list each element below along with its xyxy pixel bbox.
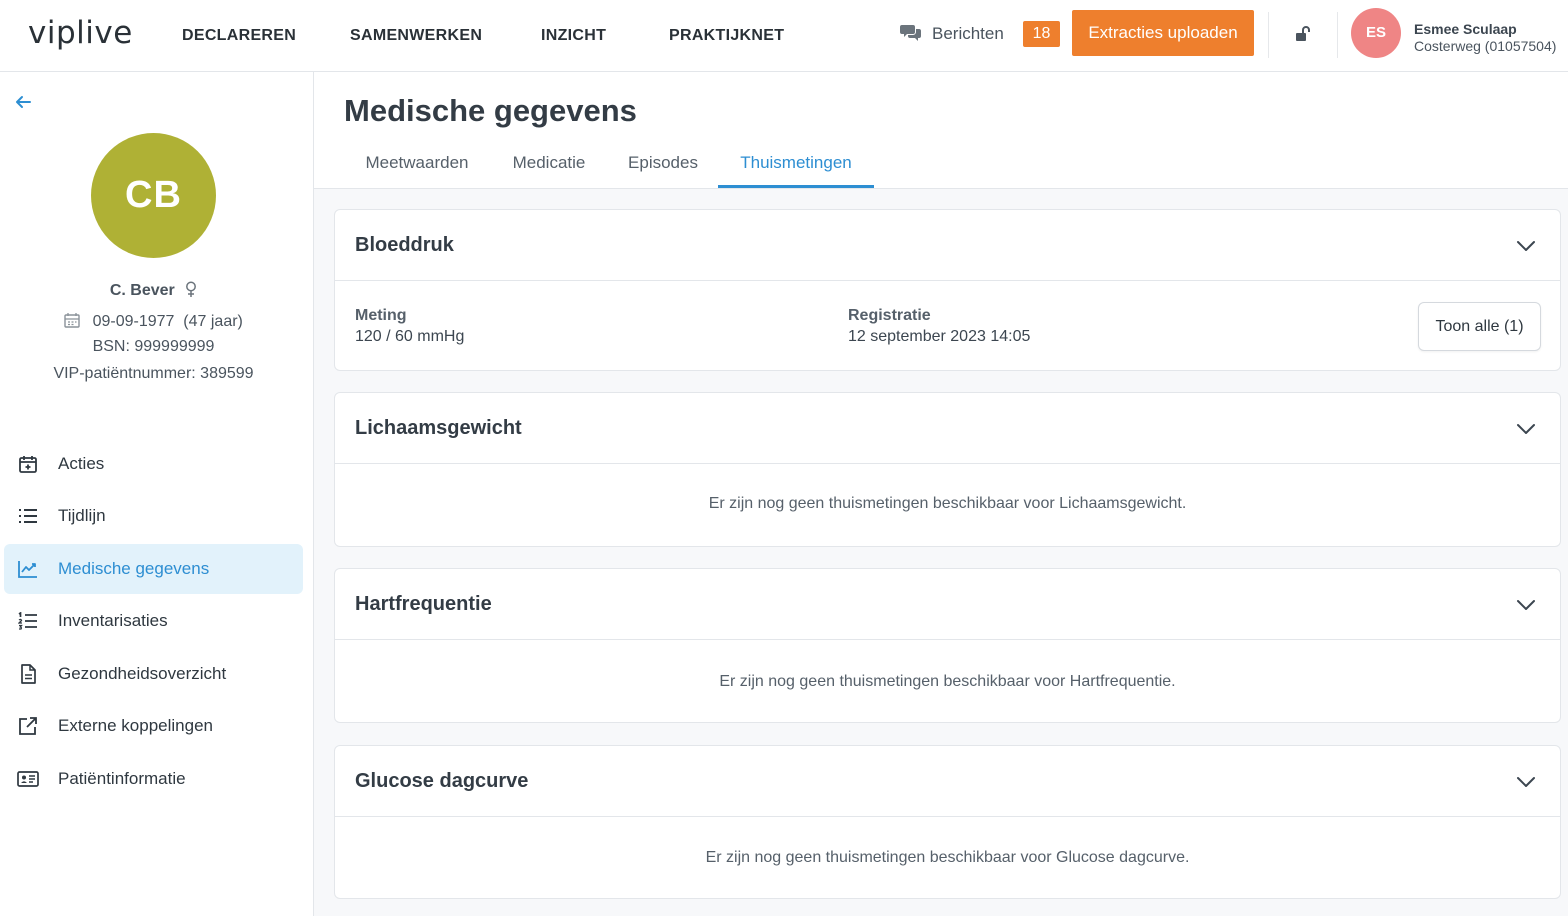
- card-title: Lichaamsgewicht: [355, 417, 522, 439]
- chevron-down-icon[interactable]: [1516, 772, 1536, 792]
- nav-praktijknet[interactable]: PRAKTIJKNET: [669, 0, 784, 72]
- sidebar-item-acties[interactable]: Acties: [4, 439, 303, 489]
- sidebar-item-gezondheidsoverzicht[interactable]: Gezondheidsoverzicht: [4, 649, 303, 699]
- chevron-down-icon[interactable]: [1516, 595, 1536, 615]
- card-hartfrequentie: Hartfrequentie Er zijn nog geen thuismet…: [334, 568, 1561, 723]
- card-title: Hartfrequentie: [355, 593, 492, 615]
- measurement-value: 120 / 60 mmHg: [355, 328, 465, 345]
- tabs-divider: [314, 188, 1568, 189]
- tab-episodes[interactable]: Episodes: [608, 141, 718, 188]
- unlock-icon[interactable]: [1293, 24, 1313, 44]
- user-name: Esmee Sculaap: [1414, 21, 1517, 37]
- list-icon: [15, 503, 41, 529]
- nav-declareren[interactable]: DECLAREREN: [182, 0, 296, 72]
- user-avatar[interactable]: ES: [1351, 8, 1401, 58]
- measurement-label: Meting: [355, 307, 407, 324]
- external-link-icon: [15, 713, 41, 739]
- upload-extractions-button[interactable]: Extracties uploaden: [1072, 10, 1254, 56]
- chat-bubbles-icon: [900, 23, 922, 46]
- sidebar-item-patientinformatie[interactable]: Patiëntinformatie: [4, 754, 303, 804]
- calendar-plus-icon: [15, 451, 41, 477]
- card-header[interactable]: Hartfrequentie: [335, 569, 1560, 640]
- card-header[interactable]: Lichaamsgewicht: [335, 393, 1560, 464]
- card-title: Glucose dagcurve: [355, 770, 529, 792]
- chart-line-icon: [15, 556, 41, 582]
- patient-avatar: CB: [91, 133, 216, 258]
- patient-name: C. Bever: [109, 282, 175, 299]
- messages-label: Berichten: [932, 24, 1004, 43]
- document-icon: [15, 661, 41, 687]
- numbered-list-icon: [15, 608, 41, 634]
- empty-state-text: Er zijn nog geen thuismetingen beschikba…: [719, 673, 1176, 690]
- page-title: Medische gegevens: [344, 93, 637, 128]
- patient-vip-number: VIP-patiëntnummer: 389599: [53, 365, 254, 382]
- chevron-down-icon[interactable]: [1516, 236, 1536, 256]
- nav-samenwerken[interactable]: SAMENWERKEN: [350, 0, 482, 72]
- empty-state-text: Er zijn nog geen thuismetingen beschikba…: [705, 849, 1190, 866]
- patient-name-row: C. Bever: [0, 281, 307, 300]
- divider: [1268, 12, 1269, 58]
- sidebar-item-externe-koppelingen[interactable]: Externe koppelingen: [4, 701, 303, 751]
- tab-thuismetingen[interactable]: Thuismetingen: [718, 141, 874, 188]
- back-arrow-icon[interactable]: [14, 94, 34, 112]
- patient-bsn: BSN: 999999999: [92, 338, 215, 355]
- messages-count-badge: 18: [1023, 21, 1060, 47]
- patient-dob: 09-09-1977: [92, 313, 175, 330]
- card-header[interactable]: Glucose dagcurve: [335, 746, 1560, 817]
- card-lichaamsgewicht: Lichaamsgewicht Er zijn nog geen thuisme…: [334, 392, 1561, 547]
- user-practice: Costerweg (01057504): [1414, 38, 1557, 54]
- divider: [1337, 12, 1338, 58]
- show-all-button[interactable]: Toon alle (1): [1418, 302, 1541, 351]
- nav-inzicht[interactable]: INZICHT: [541, 0, 606, 72]
- registration-value: 12 september 2023 14:05: [848, 328, 1031, 345]
- calendar-icon: [64, 313, 80, 328]
- viplive-logo[interactable]: viplive: [28, 14, 133, 52]
- female-icon: [186, 281, 197, 297]
- sidebar-item-inventarisaties[interactable]: Inventarisaties: [4, 596, 303, 646]
- patient-dob-row: 09-09-1977 (47 jaar): [0, 312, 307, 331]
- tab-medicatie[interactable]: Medicatie: [490, 141, 608, 188]
- id-card-icon: [15, 766, 41, 792]
- empty-state-text: Er zijn nog geen thuismetingen beschikba…: [708, 495, 1187, 512]
- registration-label: Registratie: [848, 307, 931, 324]
- chevron-down-icon[interactable]: [1516, 419, 1536, 439]
- sidebar-item-tijdlijn[interactable]: Tijdlijn: [4, 491, 303, 541]
- patient-sidebar: CB C. Bever 09-09-1977 (47 jaar) BSN: 99…: [0, 72, 314, 916]
- top-bar: viplive DECLAREREN SAMENWERKEN INZICHT P…: [0, 0, 1568, 72]
- card-title: Bloeddruk: [355, 234, 454, 256]
- messages-link[interactable]: Berichten: [900, 20, 1004, 48]
- card-bloeddruk: Bloeddruk Meting 120 / 60 mmHg Registrat…: [334, 209, 1561, 371]
- card-header[interactable]: Bloeddruk: [335, 210, 1560, 281]
- card-glucose-dagcurve: Glucose dagcurve Er zijn nog geen thuism…: [334, 745, 1561, 899]
- sidebar-item-medische-gegevens[interactable]: Medische gegevens: [4, 544, 303, 594]
- tab-meetwaarden[interactable]: Meetwaarden: [344, 141, 490, 188]
- patient-age: (47 jaar): [183, 313, 243, 330]
